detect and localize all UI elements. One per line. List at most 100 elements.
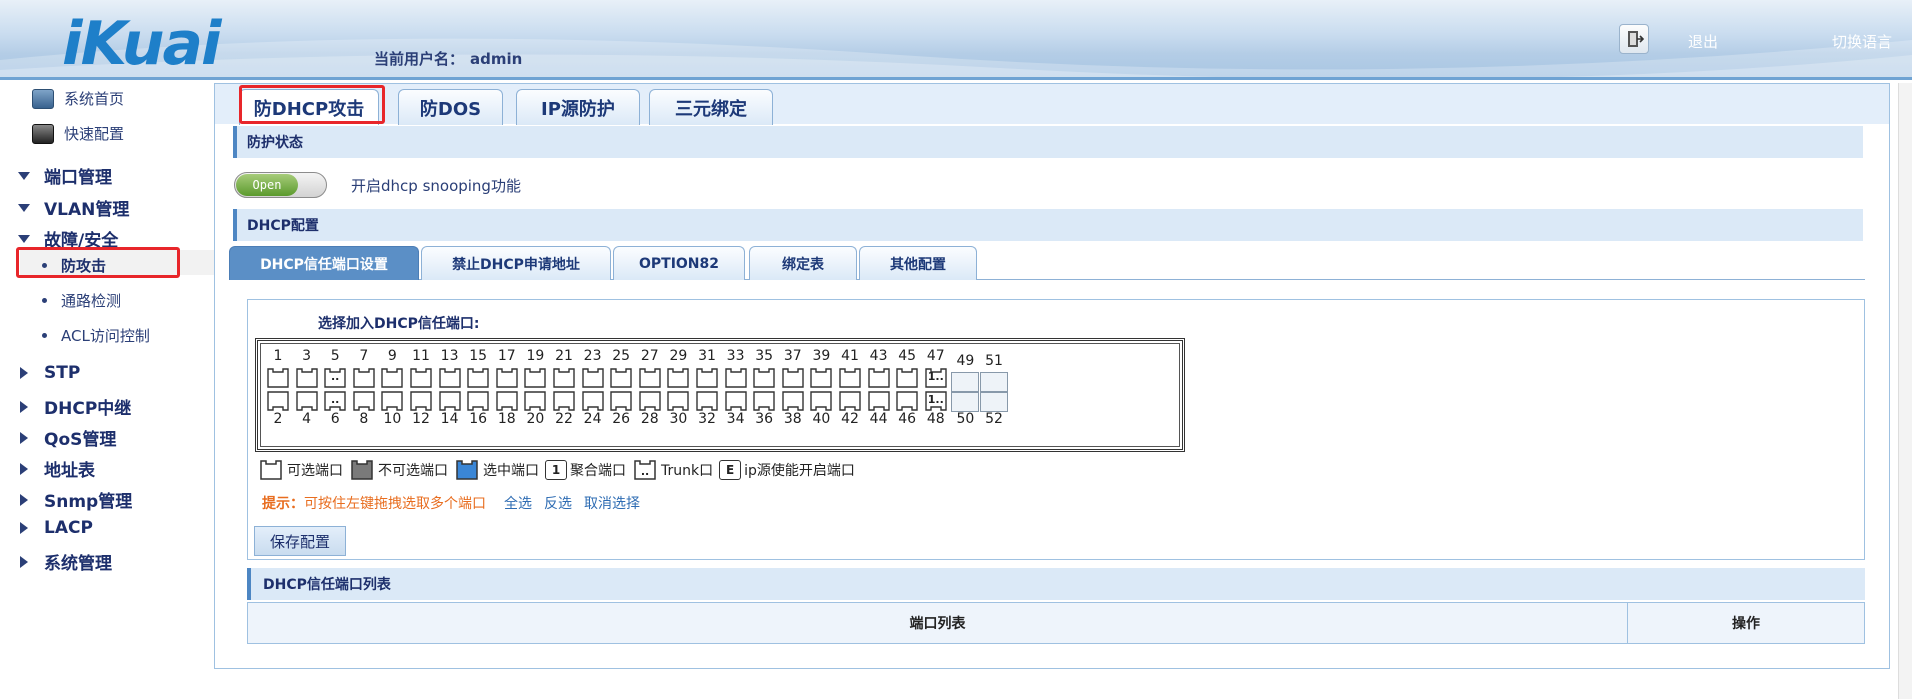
- legend-trunk: .. Trunk口: [632, 459, 713, 481]
- port-10[interactable]: [379, 390, 405, 412]
- tab-option82[interactable]: OPTION82: [613, 246, 745, 280]
- port-31[interactable]: [694, 367, 720, 389]
- sidebar-group-label: VLAN管理: [44, 200, 130, 220]
- save-config-button[interactable]: 保存配置: [254, 526, 346, 556]
- tab-dhcp-trust-port[interactable]: DHCP信任端口设置: [229, 246, 419, 280]
- page-scrollbar[interactable]: [1898, 83, 1912, 699]
- port-48[interactable]: 1..: [923, 390, 949, 412]
- port-number: 35: [755, 348, 774, 364]
- exit-link[interactable]: 退出: [1688, 31, 1718, 52]
- port-number: 46: [898, 411, 917, 427]
- port-3[interactable]: [294, 367, 320, 389]
- port-32[interactable]: [694, 390, 720, 412]
- port-46[interactable]: [894, 390, 920, 412]
- port-17[interactable]: [494, 367, 520, 389]
- port-52[interactable]: [980, 392, 1008, 412]
- sidebar-group-label: DHCP中继: [44, 399, 132, 419]
- sidebar-group-snmp[interactable]: Snmp管理: [18, 487, 132, 512]
- sidebar-group-label: Snmp管理: [44, 492, 133, 512]
- sidebar-item-path-detect[interactable]: 通路检测: [42, 290, 121, 311]
- port-44[interactable]: [866, 390, 892, 412]
- sidebar-item-quick-config[interactable]: 快速配置: [32, 123, 124, 144]
- sidebar-group-sys-mgmt[interactable]: 系统管理: [18, 549, 112, 574]
- legend-label: 选中端口: [483, 463, 539, 479]
- port-number: 21: [555, 348, 573, 364]
- port-number: 52: [985, 411, 1003, 427]
- exit-icon[interactable]: [1619, 24, 1649, 54]
- port-9[interactable]: [379, 367, 405, 389]
- port-47[interactable]: 1..: [923, 367, 949, 389]
- current-user: 当前用户名： admin: [374, 48, 522, 69]
- port-27[interactable]: [637, 367, 663, 389]
- port-41[interactable]: [837, 367, 863, 389]
- port-7[interactable]: [351, 367, 377, 389]
- port-1[interactable]: [265, 367, 291, 389]
- port-14[interactable]: [437, 390, 463, 412]
- sidebar-group-addr-table[interactable]: 地址表: [18, 456, 95, 481]
- port-51[interactable]: [980, 372, 1008, 392]
- ikuai-logo: iKuai: [62, 9, 222, 79]
- dhcp-snooping-toggle[interactable]: Open: [234, 172, 327, 198]
- sidebar-item-acl[interactable]: ACL访问控制: [42, 325, 150, 346]
- tab-other-config[interactable]: 其他配置: [859, 246, 977, 280]
- cancel-selection-link[interactable]: 取消选择: [584, 493, 640, 513]
- port-20[interactable]: [522, 390, 548, 412]
- port-11[interactable]: [408, 367, 434, 389]
- select-all-link[interactable]: 全选: [504, 493, 532, 513]
- port-28[interactable]: [637, 390, 663, 412]
- port-6[interactable]: ..: [322, 390, 348, 412]
- port-gray-icon: [351, 460, 373, 480]
- port-2[interactable]: [265, 390, 291, 412]
- port-33[interactable]: [723, 367, 749, 389]
- sidebar-item-anti-attack[interactable]: 防攻击: [42, 255, 106, 276]
- port-49[interactable]: [951, 372, 980, 392]
- port-38[interactable]: [780, 390, 806, 412]
- port-12[interactable]: [408, 390, 434, 412]
- sidebar-group-qos[interactable]: QoS管理: [18, 425, 116, 450]
- port-16[interactable]: [465, 390, 491, 412]
- port-24[interactable]: [580, 390, 606, 412]
- port-40[interactable]: [808, 390, 834, 412]
- port-36[interactable]: [751, 390, 777, 412]
- invert-selection-link[interactable]: 反选: [544, 493, 572, 513]
- port-23[interactable]: [580, 367, 606, 389]
- tab-ip-source-guard[interactable]: IP源防护: [516, 89, 640, 125]
- port-43[interactable]: [866, 367, 892, 389]
- switch-language-link[interactable]: 切换语言: [1832, 31, 1892, 52]
- port-21[interactable]: [551, 367, 577, 389]
- port-18[interactable]: [494, 390, 520, 412]
- port-8[interactable]: [351, 390, 377, 412]
- port-number: 33: [726, 348, 745, 364]
- port-13[interactable]: [437, 367, 463, 389]
- sidebar-group-stp[interactable]: STP: [18, 363, 80, 383]
- port-34[interactable]: [723, 390, 749, 412]
- port-25[interactable]: [608, 367, 634, 389]
- sidebar-group-port-mgmt[interactable]: 端口管理: [18, 163, 112, 188]
- port-22[interactable]: [551, 390, 577, 412]
- port-26[interactable]: [608, 390, 634, 412]
- port-15[interactable]: [465, 367, 491, 389]
- port-5[interactable]: ..: [322, 367, 348, 389]
- port-19[interactable]: [522, 367, 548, 389]
- port-45[interactable]: [894, 367, 920, 389]
- sidebar-group-lacp[interactable]: LACP: [18, 518, 93, 538]
- port-4[interactable]: [294, 390, 320, 412]
- port-39[interactable]: [808, 367, 834, 389]
- port-42[interactable]: [837, 390, 863, 412]
- port-number: 36: [755, 411, 774, 427]
- tab-triple-binding[interactable]: 三元绑定: [649, 89, 773, 125]
- port-35[interactable]: [751, 367, 777, 389]
- port-37[interactable]: [780, 367, 806, 389]
- sidebar-group-vlan-mgmt[interactable]: VLAN管理: [18, 195, 129, 220]
- port-50[interactable]: [951, 392, 980, 412]
- tab-binding-table[interactable]: 绑定表: [749, 246, 857, 280]
- tab-forbid-dhcp-request[interactable]: 禁止DHCP申请地址: [421, 246, 611, 280]
- sidebar-item-home[interactable]: 系统首页: [32, 88, 124, 109]
- tab-anti-dos[interactable]: 防DOS: [398, 89, 503, 125]
- port-29[interactable]: [665, 367, 691, 389]
- bullet-icon: [42, 333, 47, 338]
- sidebar-item-label: 快速配置: [64, 125, 125, 143]
- port-30[interactable]: [665, 390, 691, 412]
- legend-selected: 选中端口: [454, 459, 539, 481]
- sidebar-group-dhcp-relay[interactable]: DHCP中继: [18, 394, 131, 419]
